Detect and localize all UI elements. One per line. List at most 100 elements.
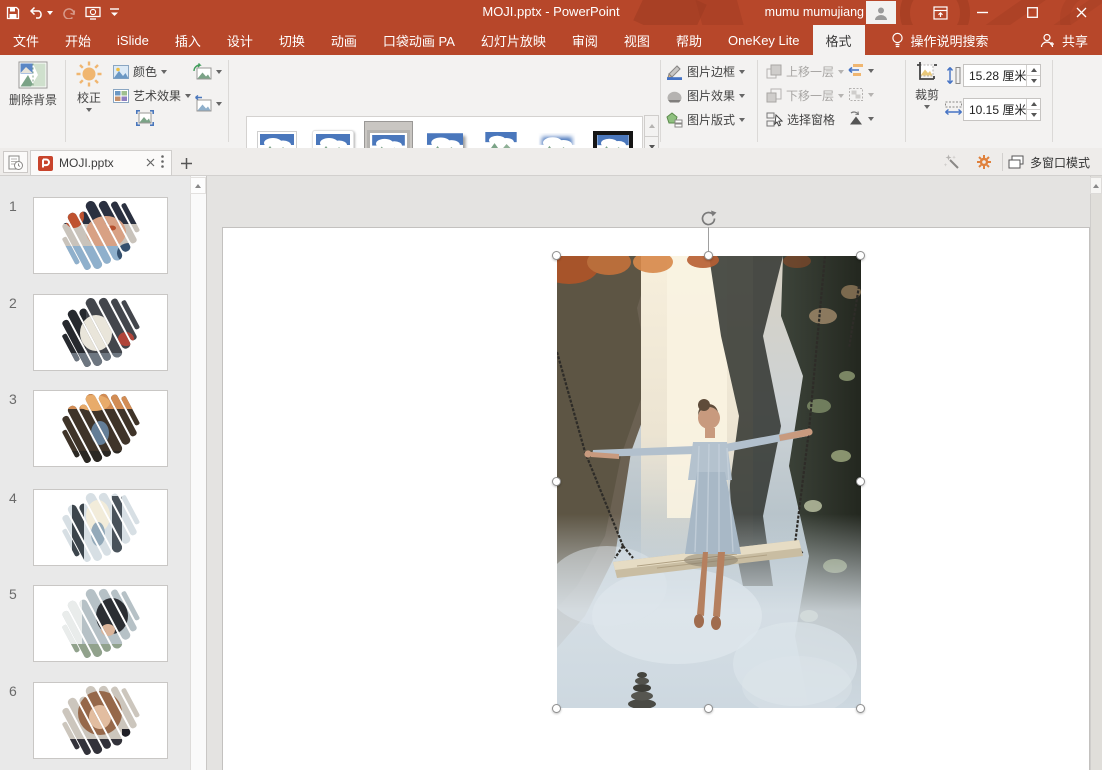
picture-border-dropdown: [739, 70, 745, 74]
maximize-button[interactable]: [1013, 0, 1051, 25]
resize-handle-middle-right[interactable]: [856, 477, 865, 486]
picture-effects-button[interactable]: 图片效果: [666, 87, 745, 104]
magic-wand-icon[interactable]: [938, 151, 966, 173]
slide-canvas: [207, 176, 1090, 770]
resize-handle-bottom-right[interactable]: [856, 704, 865, 713]
artistic-effects-button[interactable]: 艺术效果: [113, 87, 191, 104]
crop-button[interactable]: 裁剪: [908, 60, 946, 109]
picture-layout-button[interactable]: 图片版式: [666, 111, 745, 128]
slide-thumbnail-2[interactable]: [33, 294, 168, 371]
picture-border-label: 图片边框: [687, 63, 735, 80]
remove-background-icon: [18, 61, 48, 89]
minimize-button[interactable]: [963, 0, 1001, 25]
width-value[interactable]: 10.15 厘米: [964, 101, 1026, 118]
session-history-icon[interactable]: [3, 151, 28, 173]
remove-background-button[interactable]: 删除背景: [4, 61, 62, 108]
slide-image[interactable]: [557, 256, 861, 708]
height-field[interactable]: 15.28 厘米: [963, 64, 1041, 87]
settings-gear-icon[interactable]: [970, 151, 998, 173]
tab-islide[interactable]: iSlide: [104, 25, 162, 55]
width-spinner[interactable]: [1026, 99, 1040, 120]
slideshow-icon[interactable]: [85, 6, 101, 20]
compress-picture-icon: [136, 110, 154, 126]
color-dropdown: [161, 70, 167, 74]
tab-slideshow[interactable]: 幻灯片放映: [468, 25, 559, 55]
slide-1-art: [34, 198, 167, 273]
customize-qat-icon[interactable]: [110, 8, 119, 17]
tab-home[interactable]: 开始: [52, 25, 104, 55]
picture-layout-dropdown: [739, 118, 745, 122]
height-spinner[interactable]: [1026, 65, 1040, 86]
artistic-effects-dropdown: [185, 94, 191, 98]
rotate-icon: [848, 111, 864, 126]
corrections-button[interactable]: 校正: [68, 61, 110, 112]
powerpoint-window: MOJI.pptx - PowerPoint mumu mumujiang 文件…: [0, 0, 1102, 770]
change-picture-button[interactable]: [193, 63, 222, 80]
slide-thumbnail-1[interactable]: [33, 197, 168, 274]
group-divider: [228, 60, 229, 142]
multi-window-mode-button[interactable]: 多窗口模式: [1008, 150, 1090, 174]
share-button[interactable]: 共享: [1040, 25, 1088, 55]
rotation-handle[interactable]: [699, 209, 718, 233]
resize-handle-middle-left[interactable]: [552, 477, 561, 486]
close-button[interactable]: [1062, 0, 1100, 25]
slide-thumbnail-4[interactable]: [33, 489, 168, 566]
slide-thumbnail-5[interactable]: [33, 585, 168, 662]
undo-dropdown[interactable]: [47, 11, 53, 15]
tab-insert[interactable]: 插入: [162, 25, 214, 55]
corrections-sun-icon: [76, 61, 102, 87]
slide-thumbnail-3[interactable]: [33, 390, 168, 467]
resize-handle-top-center[interactable]: [704, 251, 713, 260]
save-icon[interactable]: [6, 6, 20, 20]
thumbnail-panel-scrollbar[interactable]: [190, 176, 206, 770]
multi-window-icon: [1008, 155, 1024, 169]
tab-review[interactable]: 审阅: [559, 25, 611, 55]
width-field[interactable]: 10.15 厘米: [963, 98, 1041, 121]
group-objects-icon: [848, 87, 864, 102]
height-value[interactable]: 15.28 厘米: [964, 67, 1026, 84]
group-divider: [1052, 60, 1053, 142]
resize-handle-top-right[interactable]: [856, 251, 865, 260]
rotate-button[interactable]: [848, 111, 874, 126]
align-button[interactable]: [848, 63, 874, 78]
user-name[interactable]: mumu mumujiang: [765, 5, 864, 19]
tab-view[interactable]: 视图: [611, 25, 663, 55]
document-tab-close-icon[interactable]: [146, 156, 155, 170]
resize-handle-top-left[interactable]: [552, 251, 561, 260]
canvas-scroll-up-icon[interactable]: [1090, 177, 1102, 194]
compress-picture-button[interactable]: [136, 110, 154, 126]
tell-me-box[interactable]: 操作说明搜索: [881, 25, 999, 55]
avatar[interactable]: [866, 1, 896, 24]
resize-handle-bottom-center[interactable]: [704, 704, 713, 713]
document-tab-active[interactable]: MOJI.pptx: [30, 150, 172, 176]
ribbon-display-options-icon[interactable]: [921, 0, 959, 25]
reset-picture-button[interactable]: [193, 95, 222, 112]
tab-format[interactable]: 格式: [813, 25, 865, 55]
title-bar: MOJI.pptx - PowerPoint mumu mumujiang: [0, 0, 1102, 25]
crop-dropdown: [924, 105, 930, 109]
undo-icon[interactable]: [29, 6, 53, 19]
group-divider: [660, 60, 661, 142]
tab-design[interactable]: 设计: [214, 25, 266, 55]
color-button[interactable]: 颜色: [113, 63, 167, 80]
tab-transitions[interactable]: 切换: [266, 25, 318, 55]
thumbnail-scroll-up-icon[interactable]: [190, 177, 206, 194]
tab-pocket-animation[interactable]: 口袋动画 PA: [370, 25, 468, 55]
picture-effects-label: 图片效果: [687, 87, 735, 104]
tab-help[interactable]: 帮助: [663, 25, 715, 55]
document-tab-menu-icon[interactable]: [161, 155, 164, 171]
tab-file[interactable]: 文件: [0, 25, 52, 55]
group-divider: [757, 60, 758, 142]
crop-label: 裁剪: [915, 86, 939, 103]
resize-handle-bottom-left[interactable]: [552, 704, 561, 713]
document-tab-label: MOJI.pptx: [59, 156, 114, 170]
tab-animations[interactable]: 动画: [318, 25, 370, 55]
new-tab-icon[interactable]: [176, 153, 196, 173]
picture-border-button[interactable]: 图片边框: [666, 63, 745, 80]
slide-thumbnail-6[interactable]: [33, 682, 168, 759]
change-picture-icon: [193, 63, 212, 80]
canvas-vertical-scrollbar[interactable]: [1090, 176, 1102, 770]
tab-onekey-lite[interactable]: OneKey Lite: [715, 25, 813, 55]
gallery-scroll-up-icon[interactable]: [644, 115, 659, 137]
selection-pane-button[interactable]: 选择窗格: [766, 111, 835, 128]
